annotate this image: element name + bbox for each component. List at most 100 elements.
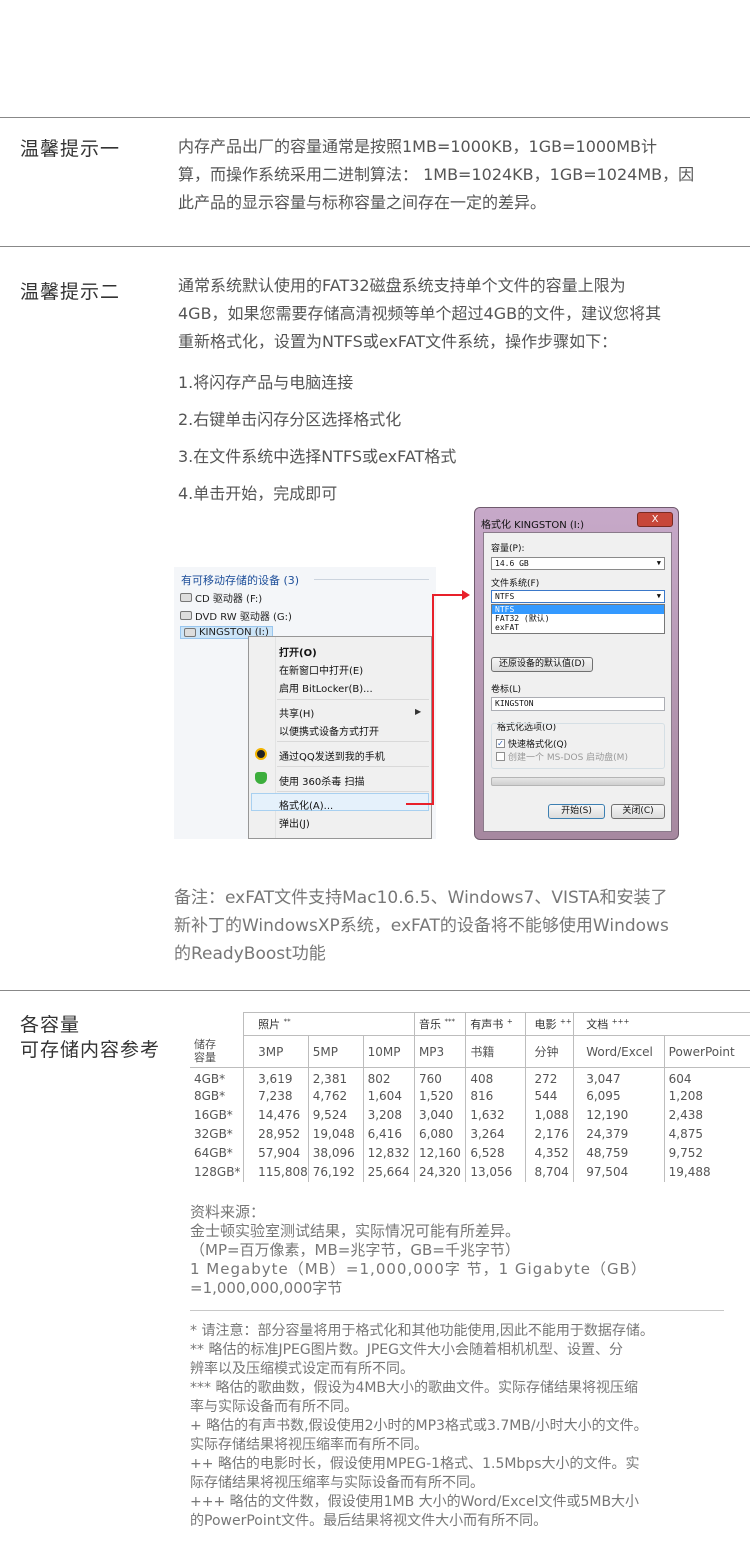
group-label: 照片	[258, 1018, 281, 1031]
menu-share[interactable]: 共享(H)	[279, 705, 314, 720]
exfat-note: 备注：exFAT文件支持Mac10.6.5、Windows7、VISTA和安装了…	[174, 884, 730, 968]
menu-eject[interactable]: 弹出(J)	[279, 815, 310, 830]
drive-dvd[interactable]: DVD RW 驱动器 (G:)	[180, 608, 292, 623]
dialog-title: 格式化 KINGSTON (I:)	[481, 520, 585, 531]
heading-rule	[314, 579, 429, 580]
value-cell: 12,160	[413, 1143, 466, 1163]
row-header: 储存 容量	[190, 1035, 244, 1068]
menu-360-scan[interactable]: 使用 360杀毒 扫描	[279, 773, 364, 788]
footnote-line: 的PowerPoint文件。最后结果将视文件大小而有所不同。	[190, 1513, 548, 1529]
footnote-line: * 请注意：部分容量将用于格式化和其他功能使用,因此不能用于数据存储。	[190, 1323, 654, 1339]
footnote-line: *** 略估的歌曲数，假设为4MB大小的歌曲文件。实际存储结果将视压缩	[190, 1380, 639, 1396]
option-exfat[interactable]: exFAT	[492, 623, 664, 632]
value-cell: 25,664	[362, 1162, 415, 1182]
option-ntfs[interactable]: NTFS	[492, 605, 664, 614]
quick-format-checkbox[interactable]: ✓ 快速格式化(Q)	[496, 737, 567, 750]
table-row: 128GB* 115,808 76,192 25,664 24,320 13,056 8,7…	[190, 1162, 750, 1182]
capacity-table: 照片 ** 音乐 *** 有声书 + 电影 ++ 文档 +++ 储存 容量 3M…	[190, 1012, 750, 1182]
tip2-text: 通常系统默认使用的FAT32磁盘系统支持单个文件的容量上限为 4GB，如果您需要…	[178, 272, 734, 356]
value-cell: 6,416	[362, 1124, 415, 1144]
value-cell: 3,047	[573, 1067, 665, 1087]
format-progress-bar	[491, 777, 665, 786]
step-2: 2.右键单击闪存分区选择格式化	[178, 410, 402, 429]
value-cell: 1,604	[362, 1086, 415, 1106]
tip2-line: 通常系统默认使用的FAT32磁盘系统支持单个文件的容量上限为	[178, 276, 626, 295]
footnote-line: ++ 略估的电影时长，假设使用MPEG-1格式、1.5Mbps大小的文件。实	[190, 1456, 640, 1472]
pointer-line	[432, 594, 464, 596]
value-cell: 3,208	[362, 1105, 415, 1125]
col-3mp: 3MP	[243, 1035, 309, 1068]
source-line: =1,000,000,000字节	[190, 1279, 343, 1297]
footnote-mark: +++	[611, 1017, 630, 1026]
menu-send-qq[interactable]: 通过QQ发送到我的手机	[279, 748, 385, 763]
menu-format[interactable]: 格式化(A)...	[279, 797, 333, 812]
corner-cell	[190, 1013, 244, 1036]
tip1-line: 此产品的显示容量与标称容量之间存在一定的差异。	[178, 193, 547, 212]
capacity-cell: 8GB*	[194, 1089, 226, 1103]
start-button[interactable]: 开始(S)	[548, 804, 605, 819]
dialog-body: 容量(P): 14.6 GB ▼ 文件系统(F) NTFS ▼ NTFS FAT…	[483, 532, 672, 832]
data-source: 资料来源： 金士顿实验室测试结果，实际情况可能有所差异。 （MP=百万像素，MB…	[190, 1203, 730, 1298]
value-cell: 48,759	[573, 1143, 665, 1163]
value-cell: 1,520	[413, 1086, 466, 1106]
value-cell: 115,808	[243, 1162, 309, 1182]
volume-label: 卷标(L)	[491, 685, 522, 695]
msdos-checkbox[interactable]: 创建一个 MS-DOS 启动盘(M)	[496, 750, 628, 763]
group-photo: 照片 **	[243, 1012, 415, 1036]
col-mp3: MP3	[413, 1035, 466, 1068]
menu-open-new-window[interactable]: 在新窗口中打开(E)	[279, 662, 363, 677]
tip1-text: 内存产品出厂的容量通常是按照1MB=1000KB，1GB=1000MB计 算，而…	[178, 133, 734, 217]
table-row: 64GB* 57,904 38,096 12,832 12,160 6,528 4,352 4…	[190, 1143, 750, 1163]
group-video: 电影 ++	[525, 1012, 574, 1036]
value-cell: 1,208	[663, 1086, 750, 1106]
footnote-line: 率与实际设备而有所不同。	[190, 1399, 358, 1415]
footnotes: * 请注意：部分容量将用于格式化和其他功能使用,因此不能用于数据存储。 ** 略…	[190, 1322, 730, 1531]
menu-bitlocker[interactable]: 启用 BitLocker(B)...	[279, 680, 373, 695]
option-fat32[interactable]: FAT32 (默认)	[492, 614, 664, 623]
drive-icon	[180, 593, 192, 602]
row-header-line: 容量	[194, 1051, 216, 1065]
value-cell: 28,952	[243, 1124, 309, 1144]
value-cell: 4,352	[525, 1143, 574, 1163]
volume-input[interactable]: KINGSTON	[491, 697, 665, 711]
drive-icon	[180, 611, 192, 620]
capacity-title-2: 可存储内容参考	[20, 1039, 161, 1061]
pointer-line	[406, 803, 434, 805]
value-cell: 8,704	[525, 1162, 574, 1182]
menu-highlight	[251, 793, 429, 811]
source-line: 1 Megabyte（MB）=1,000,000字 节，1 Gigabyte（G…	[190, 1260, 647, 1278]
quick-format-label: 快速格式化(Q)	[508, 740, 568, 750]
group-label: 音乐	[418, 1018, 441, 1031]
value-cell: 14,476	[243, 1105, 309, 1125]
usb-drive-icon	[184, 628, 196, 637]
capacity-label: 容量(P):	[491, 544, 525, 554]
filesystem-select[interactable]: NTFS ▼	[491, 590, 665, 603]
close-icon[interactable]: X	[637, 512, 673, 527]
step-1: 1.将闪存产品与电脑连接	[178, 373, 354, 392]
menu-open-portable[interactable]: 以便携式设备方式打开	[279, 723, 379, 738]
capacity-cell: 64GB*	[194, 1146, 233, 1160]
source-line: 金士顿实验室测试结果，实际情况可能有所差异。	[190, 1222, 521, 1240]
pointer-line	[432, 594, 434, 805]
footnote-line: 际存储结果将视压缩率与实际设备而有所不同。	[190, 1475, 484, 1491]
group-audiobook: 有声书 +	[465, 1012, 526, 1036]
capacity-cell: 32GB*	[194, 1127, 233, 1141]
footnote-mark: ***	[444, 1017, 455, 1026]
value-cell: 604	[663, 1067, 750, 1087]
value-cell: 19,048	[307, 1124, 364, 1144]
restore-defaults-button[interactable]: 还原设备的默认值(D)	[491, 657, 593, 672]
drive-cd[interactable]: CD 驱动器 (F:)	[180, 590, 262, 605]
menu-open[interactable]: 打开(O)	[279, 644, 317, 659]
filesystem-label: 文件系统(F)	[491, 579, 540, 589]
tip1-line: 内存产品出厂的容量通常是按照1MB=1000KB，1GB=1000MB计	[178, 137, 658, 156]
chevron-down-icon: ▼	[656, 592, 661, 600]
capacity-select[interactable]: 14.6 GB ▼	[491, 557, 665, 570]
col-powerpoint: PowerPoint	[663, 1035, 750, 1068]
value-cell: 3,264	[465, 1124, 526, 1144]
removable-devices-heading: 有可移动存储的设备 (3)	[181, 574, 300, 587]
close-button[interactable]: 关闭(C)	[611, 804, 665, 819]
table-body: 4GB* 3,619 2,381 802 760 408 272 3,047 604 8GB* 7,…	[190, 1067, 750, 1182]
row-header-line: 储存	[194, 1038, 216, 1052]
value-cell: 9,524	[307, 1105, 364, 1125]
table-row: 32GB* 28,952 19,048 6,416 6,080 3,264 2,176 24,…	[190, 1124, 750, 1144]
